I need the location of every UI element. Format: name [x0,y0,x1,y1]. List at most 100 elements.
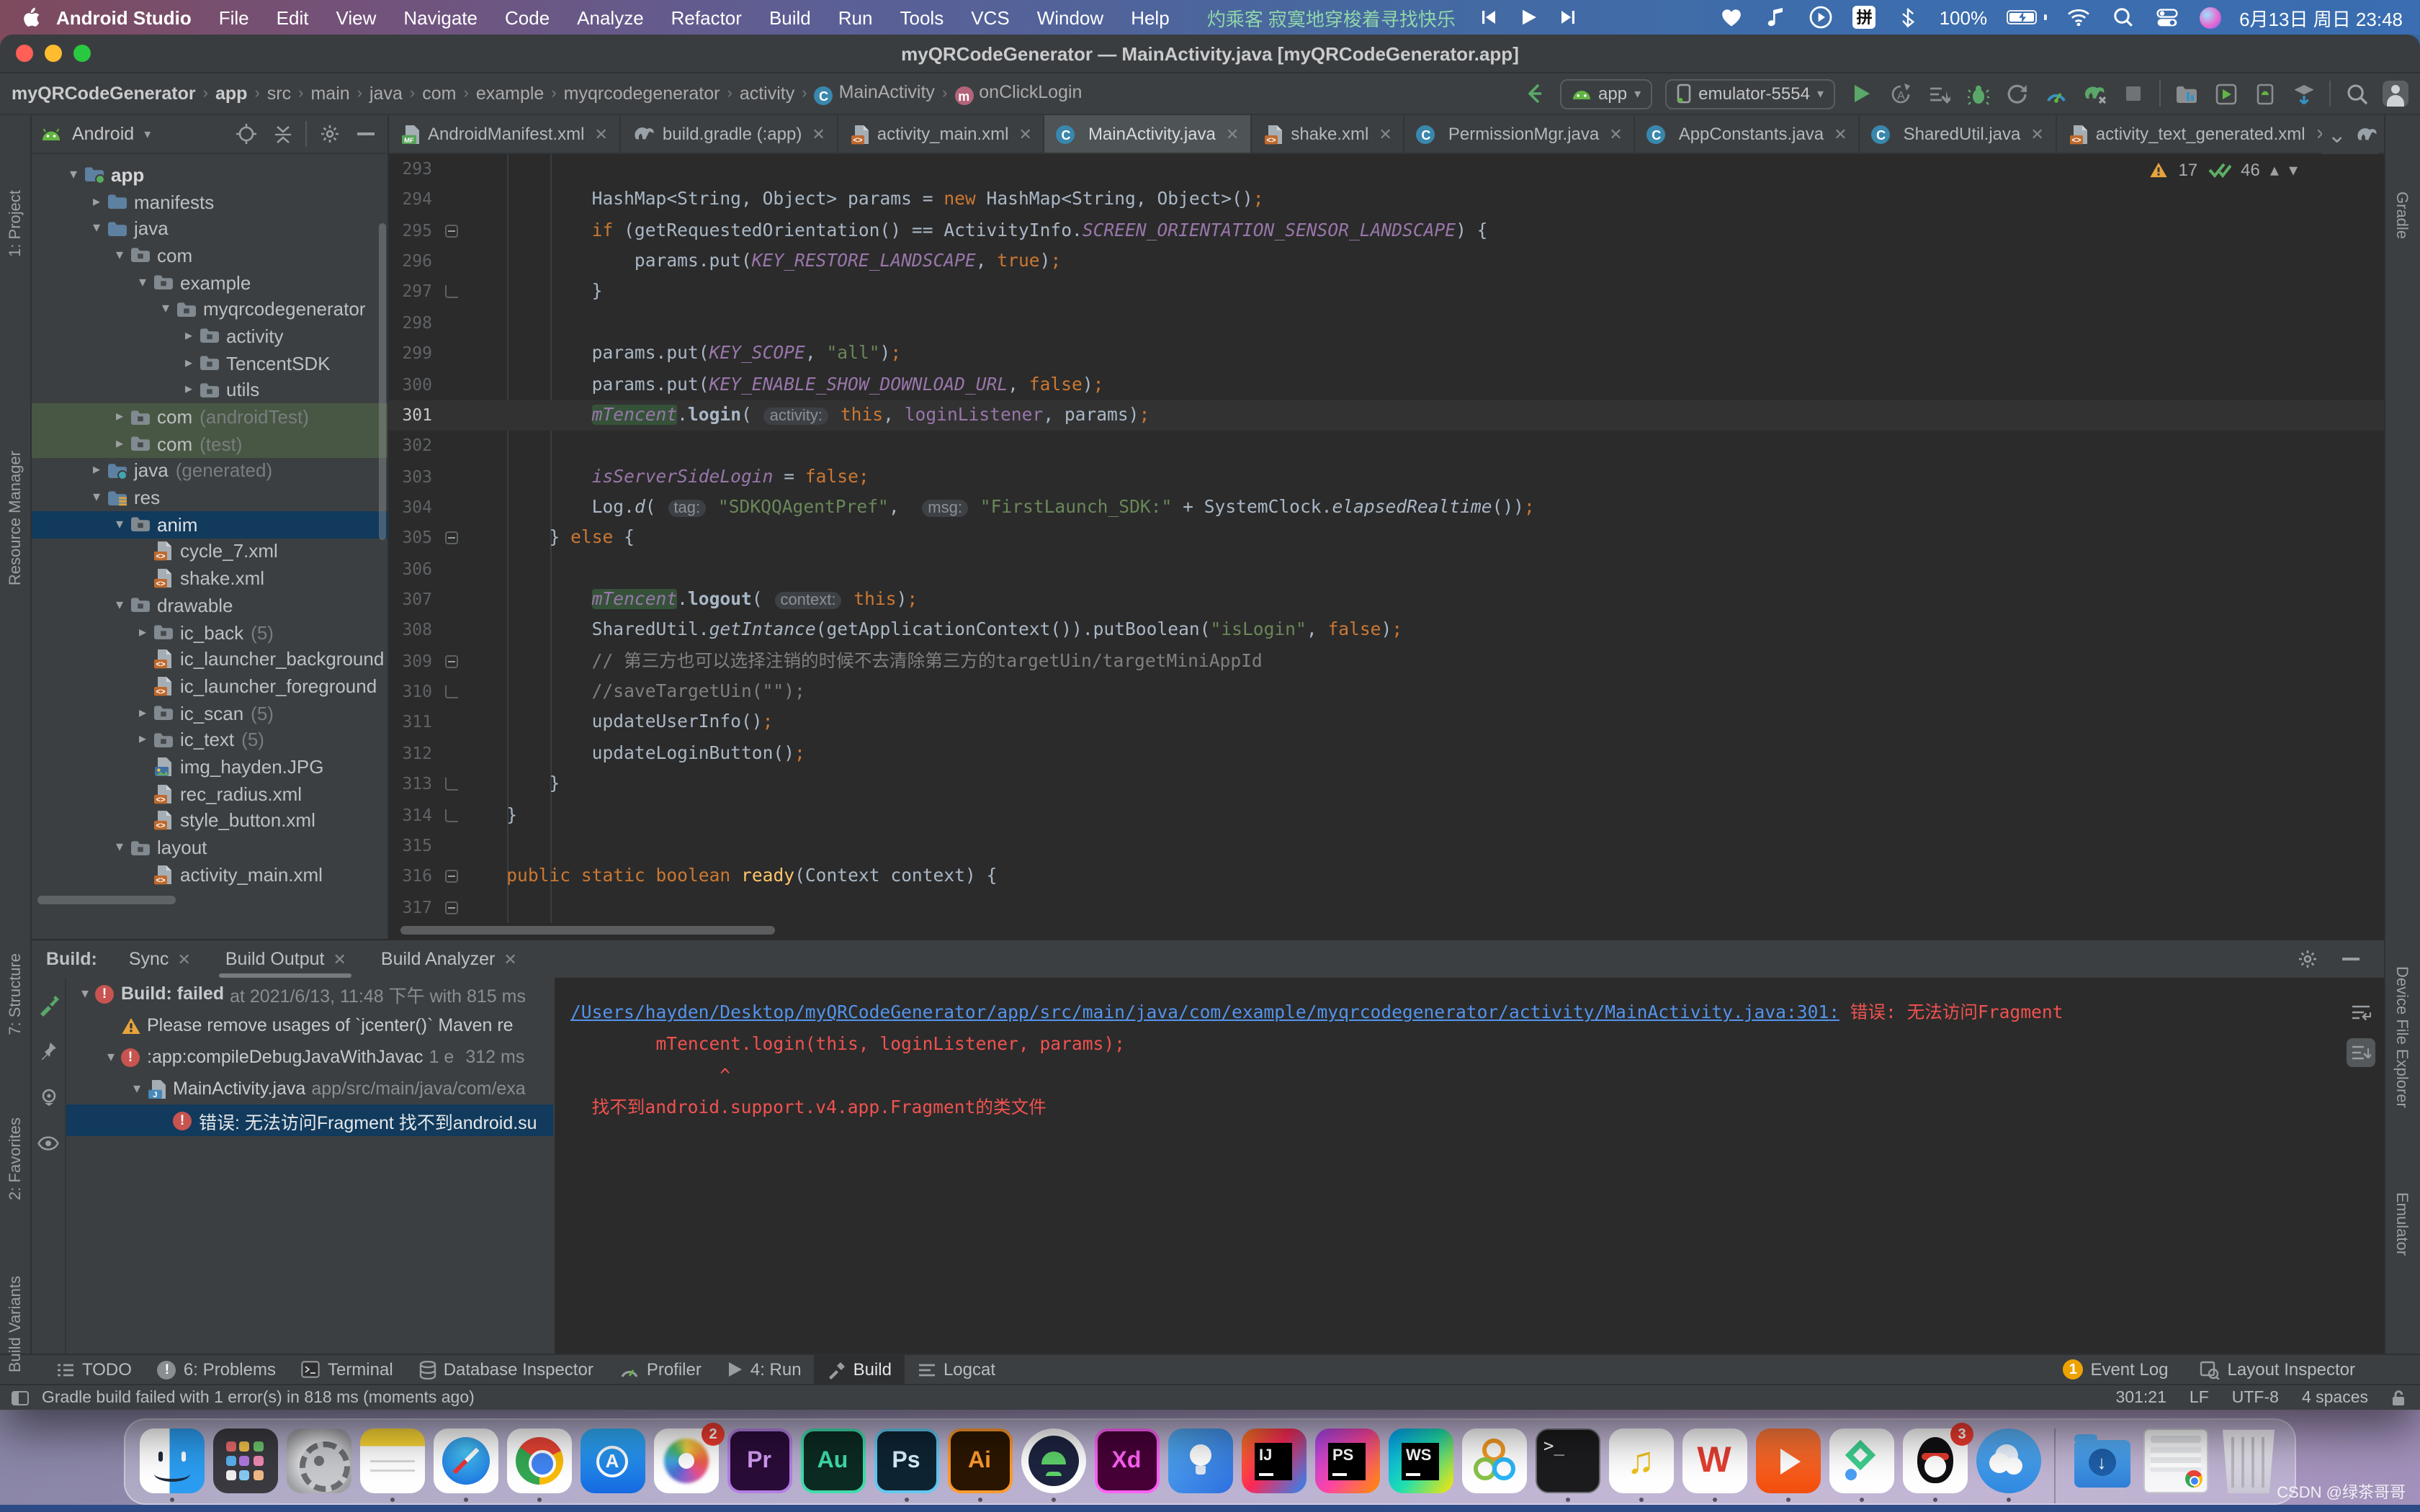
error-file-link[interactable]: /Users/hayden/Desktop/myQRCodeGenerator/… [570,1002,1839,1022]
tool-window-button-database-inspector[interactable]: Database Inspector [406,1354,606,1385]
code-line-295[interactable]: 295 if (getRequestedOrientation() == Act… [389,215,2384,246]
close-tab-icon[interactable]: ✕ [1834,125,1847,143]
hide-panel-icon[interactable] [353,121,379,147]
tree-item-java[interactable]: ▾ java [32,215,387,242]
dock-icon-wps-office[interactable]: W [1680,1428,1749,1502]
tree-item-myqrcodegenerator[interactable]: ▾ myqrcodegenerator [32,296,387,323]
device-select[interactable]: emulator-5554 ▾ [1665,78,1835,109]
dock-icon-photos[interactable]: 2 [651,1423,725,1502]
tree-item-com[interactable]: ▸ com (test) [32,430,387,458]
editor-tab-sharedutil-java[interactable]: C SharedUtil.java ✕ [1860,115,2057,153]
tree-item-style-button-xml[interactable]: <> style_button.xml [32,807,387,834]
zoom-window-button[interactable] [73,45,91,62]
close-tab-icon[interactable]: ✕ [1609,125,1622,143]
dock-icon-notes[interactable] [357,1428,426,1502]
tree-item-ic-scan[interactable]: ▸ ic_scan (5) [32,700,387,726]
search-everywhere-icon[interactable] [2344,81,2370,107]
dock-icon-system-preferences[interactable] [284,1428,353,1502]
bluetooth-icon[interactable] [1895,4,1921,30]
tool-strip-gradle[interactable]: Gradle [2385,158,2417,274]
menu-item-tools[interactable]: Tools [900,6,944,28]
encoding[interactable]: UTF-8 [2232,1389,2279,1406]
dock-icon-processon[interactable] [1827,1428,1896,1502]
apply-changes-icon[interactable] [1926,81,1952,107]
gradle-elephant-icon[interactable] [2355,127,2378,143]
device-manager-icon[interactable] [2174,81,2200,107]
music-app-icon[interactable] [1764,4,1790,30]
tree-item-utils[interactable]: ▸ utils [32,377,387,403]
close-tab-icon[interactable]: ✕ [2030,125,2043,143]
build-console[interactable]: /Users/hayden/Desktop/myQRCodeGenerator/… [555,978,2384,1354]
hide-build-panel-icon[interactable] [2338,946,2364,972]
sdk-manager-icon[interactable] [2290,81,2316,107]
build-tree-row[interactable]: ! 错误: 无法访问Fragment 找不到android.su [66,1104,553,1136]
play-circle-icon[interactable] [1809,4,1834,30]
more-tabs-chevron-icon[interactable]: ⌄ [2327,120,2347,149]
code-line-306[interactable]: 306 [389,554,2384,585]
editor-hscrollbar[interactable] [389,924,2384,936]
collapse-all-icon[interactable] [269,121,295,147]
tree-item-tencentsdk[interactable]: ▸ TencentSDK [32,350,387,377]
tree-item-layout[interactable]: ▾ layout [32,834,387,860]
tree-item-com[interactable]: ▸ com (androidTest) [32,403,387,431]
tool-window-button-6-problems[interactable]: ! 6: Problems [145,1354,289,1385]
menu-item-refactor[interactable]: Refactor [671,6,742,28]
dock-icon-audition[interactable]: Au [798,1428,867,1502]
code-line-299[interactable]: 299 params.put(KEY_SCOPE, "all"); [389,338,2384,369]
editor-tab-permissionmgr-java[interactable]: C PermissionMgr.java ✕ [1405,115,1636,153]
breadcrumb-item-onclicklogin[interactable]: m onClickLogin [954,82,1082,106]
code-line-310[interactable]: 310 //saveTargetUin(""); [389,677,2384,708]
breadcrumb-item-myqrcodegenerator[interactable]: myqrcodegenerator [564,84,720,104]
breadcrumb-item-mainactivity[interactable]: C MainActivity [814,82,935,106]
filter-icon[interactable] [35,1084,61,1110]
breadcrumb-item-app[interactable]: app [215,84,247,104]
menu-item-analyze[interactable]: Analyze [577,6,644,28]
editor-tab-shake-xml[interactable]: <> shake.xml ✕ [1252,115,1405,153]
tool-window-button-build[interactable]: Build [814,1354,905,1385]
build-tree-row[interactable]: Please remove usages of `jcenter()` Mave… [66,1009,553,1041]
tree-item-ic-launcher-background[interactable]: <> ic_launcher_background [32,646,387,672]
dock-icon-trash[interactable] [2214,1428,2283,1502]
inspections-widget[interactable]: 17 46 ▴ ▾ [2149,160,2298,180]
menu-item-help[interactable]: Help [1131,6,1170,28]
profile-app-icon[interactable]: A [1887,81,1913,107]
tool-strip-emulator[interactable]: Emulator [2385,1166,2417,1282]
project-tree-vscrollbar[interactable] [379,223,386,540]
breadcrumb-item-activity[interactable]: activity [740,84,794,104]
code-line-312[interactable]: 312 updateLoginButton(); [389,739,2384,770]
input-method-icon[interactable]: 拼 [1852,6,1876,29]
spotlight-search-icon[interactable] [2110,4,2136,30]
code-line-314[interactable]: 314 } [389,800,2384,831]
project-tree-hscrollbar[interactable] [37,896,176,904]
status-widget-layout-inspector[interactable]: Layout Inspector [2187,1354,2368,1385]
close-tab-icon[interactable]: ✕ [1019,125,1032,143]
code-line-305[interactable]: 305 } else { [389,523,2384,554]
tree-item-example[interactable]: ▾ example [32,269,387,296]
code-line-307[interactable]: 307 mTencent.logout( context: this); [389,585,2384,616]
heart-icon[interactable] [1719,4,1745,30]
wifi-icon[interactable] [2065,4,2091,30]
build-tree-row[interactable]: ▾!:app:compileDebugJavaWithJavac 1 e 312 … [66,1041,553,1073]
tree-item-drawable[interactable]: ▾ drawable [32,592,387,618]
next-track-icon[interactable] [1556,4,1582,30]
inspect-eye-icon[interactable] [35,1130,61,1156]
locate-file-icon[interactable] [233,121,259,147]
tree-item-anim[interactable]: ▾ anim [32,510,387,539]
window-title-bar[interactable]: myQRCodeGenerator — MainActivity.java [m… [0,35,2420,73]
stop-button[interactable] [2120,81,2146,107]
breadcrumb-item-myqrcodegenerator[interactable]: myQRCodeGenerator [12,84,196,104]
code-line-300[interactable]: 300 params.put(KEY_ENABLE_SHOW_DOWNLOAD_… [389,369,2384,400]
breadcrumb-item-com[interactable]: com [422,84,456,104]
menu-item-build[interactable]: Build [769,6,811,28]
editor-tab-mainactivity-java[interactable]: C MainActivity.java ✕ [1044,115,1252,153]
tree-item-shake-xml[interactable]: <> shake.xml [32,565,387,592]
caret-position[interactable]: 301:21 [2116,1389,2166,1406]
tree-item-ic-launcher-foreground[interactable]: <> ic_launcher_foreground [32,672,387,699]
attach-profiler-icon[interactable] [2004,81,2030,107]
dock-icon-downloads[interactable]: ↓ [2067,1428,2136,1502]
tree-item-cycle-7-xml[interactable]: <> cycle_7.xml [32,538,387,564]
dock-icon-terminal[interactable]: >_ [1533,1428,1602,1502]
menu-item-code[interactable]: Code [505,6,550,28]
tree-item-ic-text[interactable]: ▸ ic_text (5) [32,726,387,753]
code-line-317[interactable]: 317 [389,892,2384,923]
